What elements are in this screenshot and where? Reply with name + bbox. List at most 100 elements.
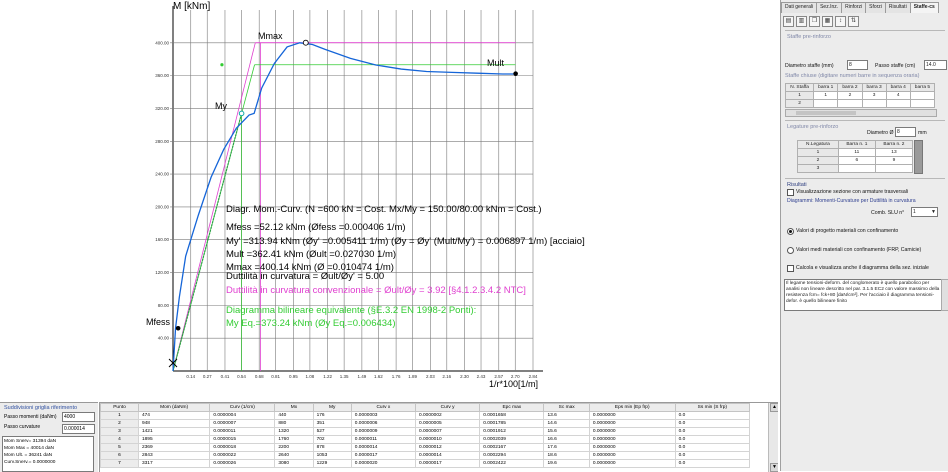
- scrollbar-thumb[interactable]: [796, 111, 856, 115]
- x-tick-label: 2.30: [460, 374, 469, 379]
- swap-icon[interactable]: ⇅: [848, 16, 859, 27]
- visualizza-sezione-checkbox[interactable]: [787, 189, 794, 196]
- table-cell: 5: [100, 443, 139, 452]
- table-cell[interactable]: 2: [837, 91, 863, 100]
- table-cell: 0.0002294: [479, 451, 545, 460]
- table-cell: 0.0000009: [350, 427, 417, 436]
- visualizza-sezione-label: Visualizzazione sezione con armature tra…: [796, 189, 909, 195]
- my-eq-annotation: My Eq.=373.24 kNm (Øy Eq.=0.006434): [226, 318, 396, 329]
- save-icon[interactable]: ▥: [796, 16, 807, 27]
- table-cell[interactable]: 3: [861, 91, 887, 100]
- table-cell: 1320: [274, 427, 314, 436]
- medi-radio[interactable]: [787, 247, 794, 254]
- bilinear-point: [220, 63, 224, 67]
- duttilita-annotation: Duttilità in curvatura = Øult/Øy' = 5.00: [226, 271, 385, 282]
- comb-value: 1: [913, 209, 916, 215]
- moment-curvature-chart: 0.14 0.27 0.41 0.54 0.68 0.81 0.95 1.08 1.22 1.35…: [0, 0, 777, 400]
- table-cell: 2843: [137, 451, 211, 460]
- table-cell: 2200: [274, 443, 314, 452]
- tab-sez-inz[interactable]: Sez.Inz.: [816, 2, 843, 13]
- table-cell[interactable]: [837, 99, 863, 108]
- table-cell: 0.0002167: [479, 443, 545, 452]
- table-cell[interactable]: 13: [874, 148, 914, 157]
- table-cell[interactable]: [909, 99, 936, 108]
- table-cell: 0.0000007: [414, 427, 481, 436]
- table-cell: 6: [100, 451, 139, 460]
- tab-dati-generali[interactable]: Dati generali: [781, 2, 818, 13]
- horizontal-scrollbar[interactable]: [785, 109, 937, 117]
- table-cell: 2640: [274, 451, 314, 460]
- passo-momenti-label: Passo momenti (daNm): [4, 414, 57, 420]
- mmax-point-label: Mmax: [258, 31, 283, 41]
- table-cell: 13.6: [543, 411, 590, 420]
- table-cell: 0.0000022: [209, 451, 276, 460]
- tab-staffe[interactable]: Staffe-cs: [909, 2, 939, 13]
- x-tick-label: 1.62: [374, 374, 383, 379]
- table-cell: 702: [312, 435, 352, 444]
- table-cell: 0.0: [674, 411, 751, 420]
- x-axis-label: 1/r*100[1/m]: [489, 379, 539, 389]
- passo-staffe-input[interactable]: 14.0: [924, 60, 947, 70]
- x-tick-label: 2.43: [477, 374, 486, 379]
- table-cell[interactable]: [861, 99, 887, 108]
- scroll-up-icon[interactable]: ▲: [770, 403, 778, 412]
- staffe-chiuse-table[interactable]: N. Staffa barra 1 barra 2 barra 3 barra …: [784, 83, 936, 108]
- progetto-radio[interactable]: [787, 228, 794, 235]
- sort-icon[interactable]: ↕: [835, 16, 846, 27]
- table-cell: 948: [137, 419, 211, 428]
- griglia-title: Suddivisioni griglia riferimento: [4, 405, 78, 411]
- table-cell[interactable]: 4: [885, 91, 911, 100]
- x-tick-label: 0.41: [221, 374, 230, 379]
- table-cell[interactable]: [837, 164, 876, 173]
- note-textbox[interactable]: Il legame tensioni-deform. del conglomer…: [784, 279, 943, 311]
- results-table[interactable]: Punto Mom (daNm) Curv (1/cm) Mx My Curv x Curv…: [100, 403, 751, 468]
- calcola-checkbox[interactable]: [787, 265, 794, 272]
- table-cell[interactable]: 11: [837, 148, 876, 157]
- note-scrollbar[interactable]: [941, 279, 948, 311]
- table-row[interactable]: 2 948 0.0000007 880 351 0.0000006 0.0000005 0.0…: [100, 419, 751, 428]
- x-tick-label: 0.81: [271, 374, 280, 379]
- table-row[interactable]: 3 1421 0.0000011 1320 527 0.0000009 0.0000007 0…: [100, 427, 751, 436]
- table-row[interactable]: 6 2843 0.0000022 2640 1053 0.0000017 0.0000014…: [100, 451, 751, 460]
- col-header: barra 1: [813, 83, 839, 92]
- table-icon[interactable]: ▦: [822, 16, 833, 27]
- chevron-down-icon: ▼: [931, 209, 936, 215]
- passo-curvature-input[interactable]: 0.000014: [62, 424, 95, 434]
- table-cell[interactable]: 9: [874, 156, 914, 165]
- x-tick-label: 1.08: [306, 374, 315, 379]
- table-cell[interactable]: 1: [813, 91, 839, 100]
- table-cell: 1053: [312, 451, 352, 460]
- legature-table[interactable]: N.Legatura Barra n. 1 Barra n. 2 1 11 13…: [797, 140, 914, 173]
- table-cell[interactable]: [885, 99, 911, 108]
- table-cell[interactable]: 6: [837, 156, 876, 165]
- col-header: Epc max: [479, 403, 545, 412]
- legature-title: Legature pre-rinforzo: [787, 124, 839, 130]
- tab-risultati[interactable]: Risultati: [884, 2, 911, 13]
- table-row[interactable]: 7 3317 0.0000026 3080 1229 0.0000020 0.0000017…: [100, 459, 751, 468]
- diametro-staffe-input[interactable]: 8: [847, 60, 868, 70]
- table-row[interactable]: 1 474 0.0000004 440 176 0.0000003 0.0000002 0.0…: [100, 411, 751, 420]
- summary-line: Mom Ult. = 36241 daN: [4, 453, 53, 458]
- table-cell: 2369: [137, 443, 211, 452]
- table-cell: 878: [312, 443, 352, 452]
- table-row[interactable]: 4 1895 0.0000015 1760 702 0.0000011 0.0000010 0…: [100, 435, 751, 444]
- col-header: Sc max: [543, 403, 590, 412]
- table-row[interactable]: 5 2369 0.0000018 2200 878 0.0000014 0.0000012 0…: [100, 443, 751, 452]
- passo-momenti-input[interactable]: 4000: [62, 412, 95, 422]
- table-cell[interactable]: [813, 99, 839, 108]
- tab-sforzi[interactable]: Sforzi: [865, 2, 886, 13]
- table-cell[interactable]: [909, 91, 936, 100]
- summary-line: Curv.Snerv.= 0.0000000: [4, 460, 56, 465]
- open-icon[interactable]: ▤: [783, 16, 794, 27]
- results-vertical-scrollbar[interactable]: ▲ ▼: [768, 403, 778, 472]
- mfess-point: [175, 325, 181, 331]
- tab-rinforzi[interactable]: Rinforzi: [841, 2, 867, 13]
- x-tick-label: 1.89: [408, 374, 417, 379]
- legature-scrollbar[interactable]: [914, 140, 923, 174]
- legature-diametro-input[interactable]: 8: [895, 127, 916, 137]
- table-cell[interactable]: [874, 164, 914, 173]
- table-cell: 15.6: [543, 427, 590, 436]
- summary-textbox[interactable]: Mom Snerv= 31394 daN Mom Max = 40014 daN…: [2, 436, 94, 472]
- copy-icon[interactable]: ❐: [809, 16, 820, 27]
- comb-select[interactable]: 1 ▼: [911, 207, 938, 217]
